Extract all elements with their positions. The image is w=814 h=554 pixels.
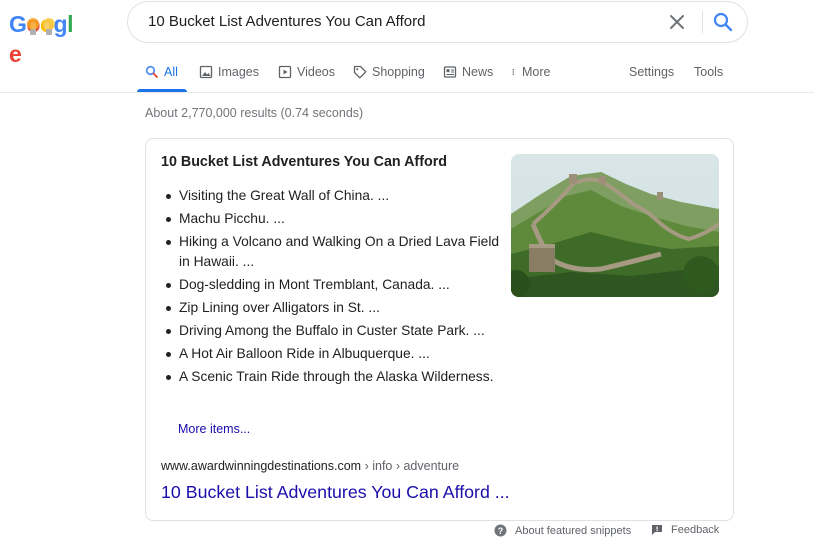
cite-domain: www.awardwinningdestinations.com: [161, 459, 362, 473]
video-icon: [278, 65, 292, 79]
tab-label: Videos: [297, 65, 335, 79]
cite-path: › info › adventure: [361, 459, 460, 473]
result-title-link[interactable]: 10 Bucket List Adventures You Can Afford…: [161, 482, 510, 503]
image-icon: [199, 65, 213, 79]
result-url: www.awardwinningdestinations.com › info …: [161, 459, 459, 473]
tabs-divider: [0, 92, 814, 93]
tab-label: All: [164, 65, 178, 79]
list-item: Visiting the Great Wall of China. ...: [161, 186, 506, 206]
lightbulb-doodle-icon: [27, 18, 55, 35]
tab-videos[interactable]: Videos: [278, 62, 335, 92]
list-item: Machu Picchu. ...: [161, 209, 506, 229]
list-item: Dog-sledding in Mont Tremblant, Canada. …: [161, 275, 506, 295]
tag-icon: [353, 65, 367, 79]
tab-label: News: [462, 65, 494, 79]
result-stats: About 2,770,000 results (0.74 seconds): [145, 106, 364, 120]
search-icon: [713, 12, 733, 32]
search-input[interactable]: 10 Bucket List Adventures You Can Afford: [148, 2, 425, 42]
more-items-link[interactable]: More items...: [178, 422, 250, 436]
list-item: Zip Lining over Alligators in St. ...: [161, 298, 506, 318]
settings-label: Settings: [629, 65, 675, 79]
close-icon: [670, 15, 684, 29]
settings-link[interactable]: Settings: [629, 62, 674, 92]
featured-snippet: 10 Bucket List Adventures You Can Afford: [145, 138, 734, 521]
google-logo[interactable]: Google: [9, 9, 85, 67]
more-vertical-icon: [512, 68, 515, 76]
search-button[interactable]: [712, 11, 734, 33]
tab-all[interactable]: All: [145, 62, 178, 92]
tab-label: Images: [218, 65, 259, 79]
list-item: Driving Among the Buffalo in Custer Stat…: [161, 321, 506, 341]
feedback-icon: [652, 525, 662, 535]
svg-text:?: ?: [498, 526, 504, 536]
help-icon: ?: [494, 524, 507, 537]
tab-images[interactable]: Images: [199, 62, 259, 92]
list-item: A Scenic Train Ride through the Alaska W…: [161, 367, 506, 387]
search-divider: [702, 11, 703, 33]
tab-label: More: [522, 65, 551, 79]
snippet-list: Visiting the Great Wall of China. ... Ma…: [161, 186, 506, 390]
search-icon: [145, 65, 158, 78]
snippet-title: 10 Bucket List Adventures You Can Afford: [161, 154, 447, 170]
about-label: About featured snippets: [515, 524, 632, 537]
list-item: A Hot Air Balloon Ride in Albuquerque. .…: [161, 344, 506, 364]
great-wall-illustration: [511, 154, 719, 297]
news-icon: [443, 66, 457, 78]
feedback-link[interactable]: Feedback: [651, 524, 719, 536]
tab-shopping[interactable]: Shopping: [353, 62, 425, 92]
search-tabs: All Images Videos Shopping News More Set…: [0, 62, 814, 92]
tab-more[interactable]: More: [511, 62, 550, 92]
list-item: Hiking a Volcano and Walking On a Dried …: [161, 232, 506, 272]
about-featured-snippets[interactable]: ? About featured snippets: [494, 524, 631, 537]
search-bar[interactable]: 10 Bucket List Adventures You Can Afford: [127, 1, 748, 43]
tools-link[interactable]: Tools: [694, 62, 723, 92]
clear-button[interactable]: [666, 11, 688, 33]
tab-news[interactable]: News: [443, 62, 493, 92]
great-wall-image[interactable]: [511, 154, 719, 297]
tab-label: Shopping: [372, 65, 425, 79]
feedback-label: Feedback: [671, 524, 720, 536]
tools-label: Tools: [694, 65, 724, 79]
